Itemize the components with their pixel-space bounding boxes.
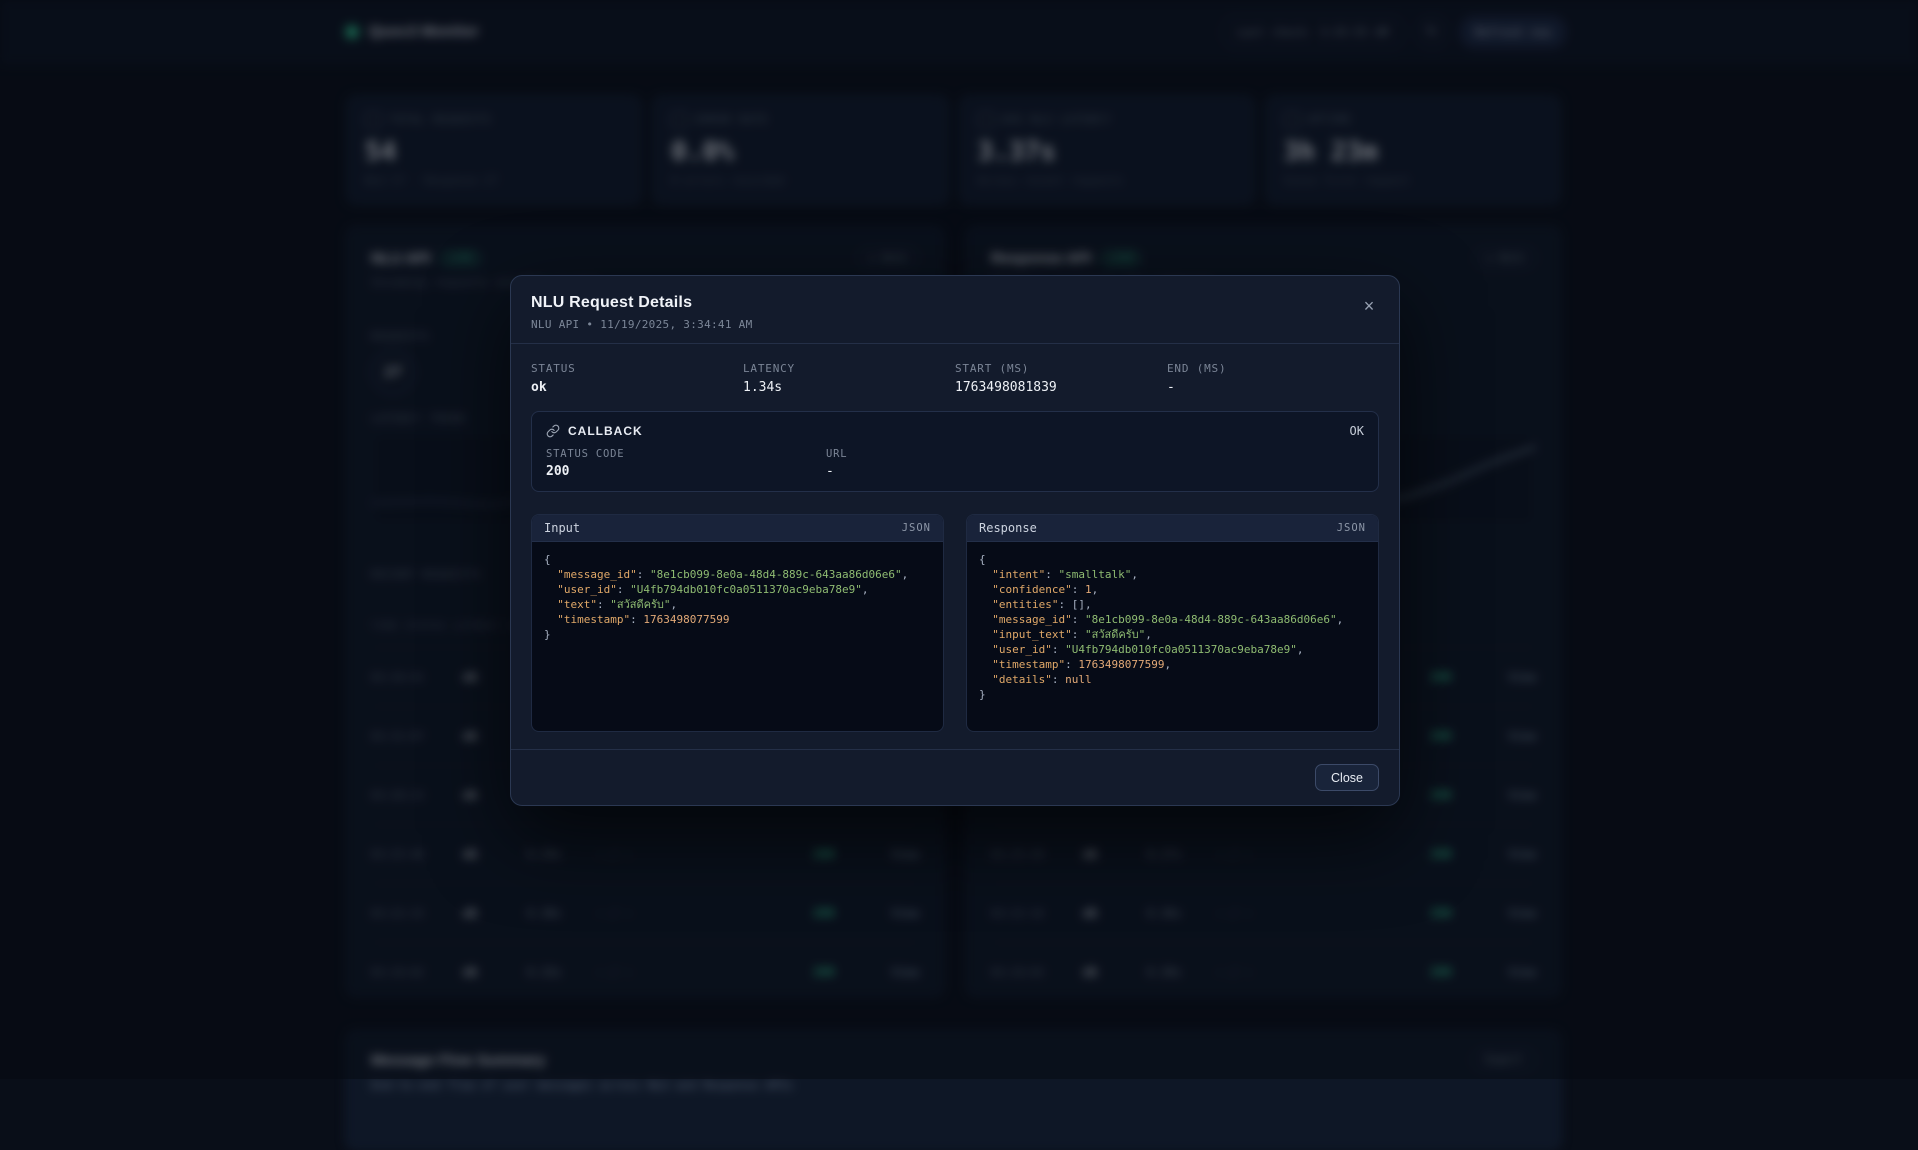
response-panel-title: Response	[979, 521, 1037, 535]
callback-status-code: STATUS CODE 200	[546, 448, 826, 479]
input-panel: Input JSON { "message_id": "8e1cb099-8e0…	[531, 514, 944, 732]
start-ms-value: 1763498081839	[955, 380, 1167, 395]
nlu-request-details-modal: NLU Request Details NLU API • 11/19/2025…	[510, 275, 1400, 806]
input-panel-title: Input	[544, 521, 580, 535]
modal-title: NLU Request Details	[531, 294, 1379, 312]
callback-section: CALLBACK OK STATUS CODE 200 URL -	[531, 411, 1379, 492]
status-value: ok	[531, 380, 743, 395]
callback-result: OK	[1350, 424, 1364, 438]
response-panel: Response JSON { "intent": "smalltalk", "…	[966, 514, 1379, 732]
callback-url: URL -	[826, 448, 847, 479]
modal-footer: Close	[511, 749, 1399, 805]
section-description: End-to-end flow of user messages across …	[371, 1078, 1536, 1092]
status-code-value: 200	[546, 464, 826, 479]
latency-value: 1.34s	[743, 380, 955, 395]
close-icon[interactable]: ×	[1355, 292, 1383, 320]
summary-start-ms: START (MS) 1763498081839	[955, 362, 1167, 395]
modal-header: NLU Request Details NLU API • 11/19/2025…	[511, 276, 1399, 344]
summary-end-ms: END (MS) -	[1167, 362, 1379, 395]
close-button[interactable]: Close	[1315, 764, 1379, 791]
modal-subtitle: NLU API • 11/19/2025, 3:34:41 AM	[531, 318, 1379, 331]
callback-title: CALLBACK	[568, 424, 643, 438]
json-badge: JSON	[902, 522, 931, 534]
url-value: -	[826, 464, 847, 479]
link-icon	[546, 424, 560, 438]
request-summary: STATUS ok LATENCY 1.34s START (MS) 17634…	[511, 344, 1399, 395]
response-json-code: { "intent": "smalltalk", "confidence": 1…	[967, 542, 1378, 712]
json-badge: JSON	[1337, 522, 1366, 534]
end-ms-value: -	[1167, 380, 1379, 395]
input-json-code: { "message_id": "8e1cb099-8e0a-48d4-889c…	[532, 542, 943, 652]
payload-panels: Input JSON { "message_id": "8e1cb099-8e0…	[531, 514, 1379, 732]
summary-latency: LATENCY 1.34s	[743, 362, 955, 395]
summary-status: STATUS ok	[531, 362, 743, 395]
